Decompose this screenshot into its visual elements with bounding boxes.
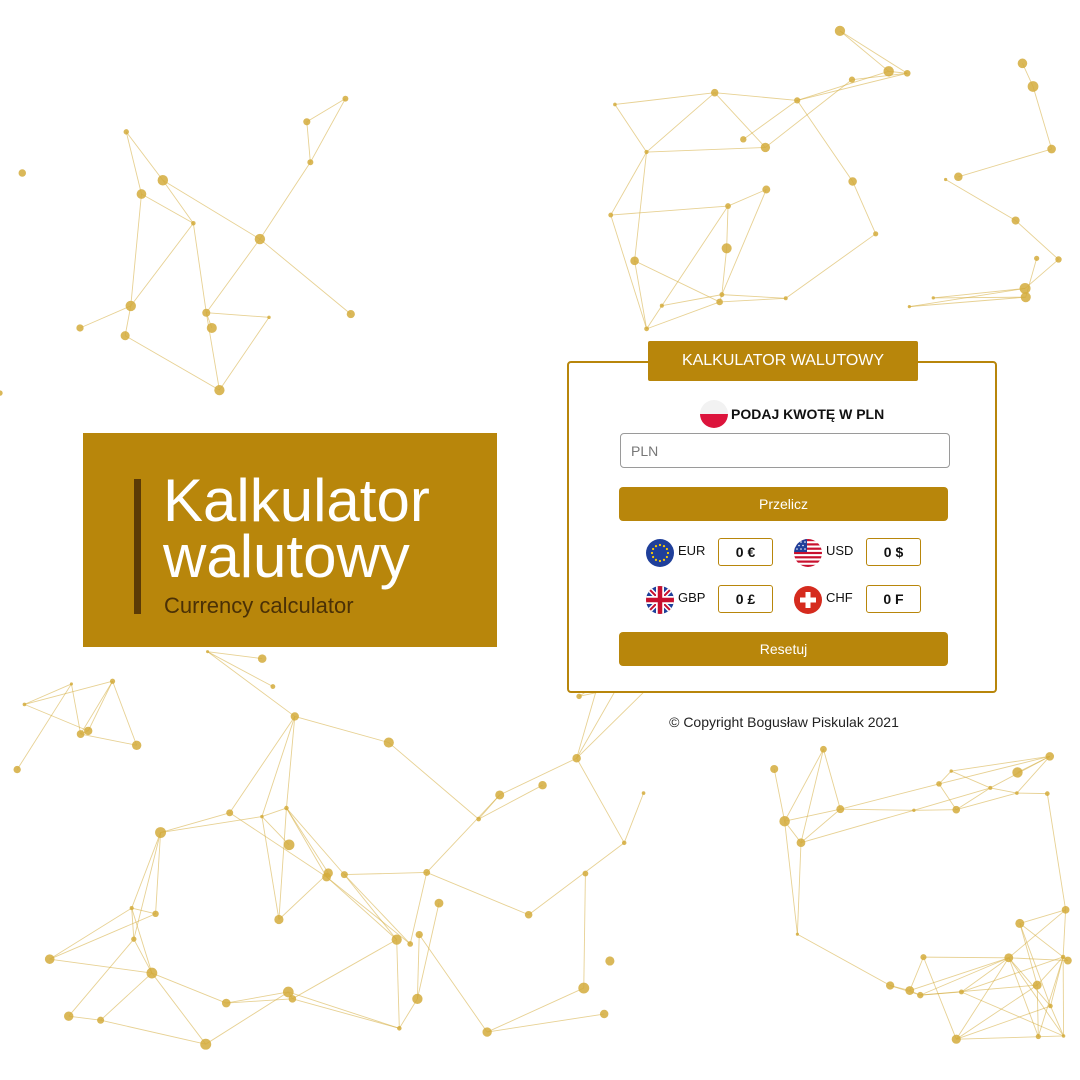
- hero-title-line2: walutowy: [163, 523, 410, 590]
- flag-uk-icon: [646, 586, 674, 614]
- amount-label: PODAJ KWOTĘ W PLN: [700, 399, 884, 429]
- currency-value-usd: 0 $: [866, 538, 921, 566]
- currency-code-eur: EUR: [678, 542, 706, 558]
- amount-label-text: PODAJ KWOTĘ W PLN: [731, 406, 885, 422]
- hero-title-line1: Kalkulator: [163, 467, 430, 534]
- flag-eu-icon: [646, 539, 674, 567]
- copyright-text: © Copyright Bogusław Piskulak 2021: [669, 714, 899, 730]
- currency-code-chf: CHF: [826, 589, 853, 605]
- currency-row-chf: CHF: [794, 585, 862, 615]
- currency-row-usd: USD: [794, 538, 862, 568]
- flag-switzerland-icon: [794, 586, 822, 614]
- currency-value-gbp: 0 £: [718, 585, 773, 613]
- currency-code-gbp: GBP: [678, 589, 706, 605]
- currency-code-usd: USD: [826, 542, 854, 558]
- reset-button[interactable]: Resetuj: [619, 632, 948, 666]
- currency-row-gbp: GBP: [646, 585, 714, 615]
- flag-poland-icon: [700, 400, 728, 428]
- calculator-header: KALKULATOR WALUTOWY: [648, 341, 918, 381]
- flag-usa-icon: [794, 539, 822, 567]
- hero-title: Kalkulator walutowy: [163, 467, 493, 590]
- currency-value-chf: 0 F: [866, 585, 921, 613]
- hero-banner: Kalkulator walutowy Currency calculator: [83, 433, 497, 647]
- calculate-button[interactable]: Przelicz: [619, 487, 948, 521]
- currency-value-eur: 0 €: [718, 538, 773, 566]
- currency-row-eur: EUR: [646, 538, 714, 568]
- hero-accent-bar: [134, 479, 141, 614]
- hero-subtitle: Currency calculator: [164, 593, 354, 618]
- pln-amount-input[interactable]: [620, 433, 950, 468]
